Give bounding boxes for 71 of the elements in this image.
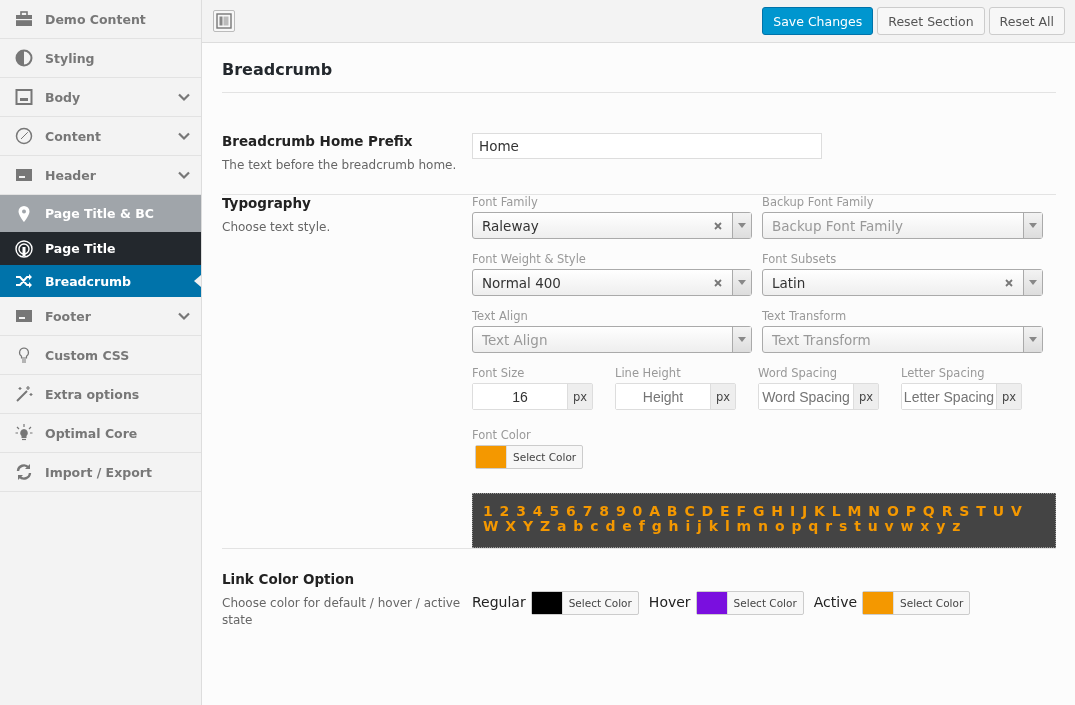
dropdown-arrow-icon xyxy=(738,280,746,285)
field-title: Breadcrumb Home Prefix xyxy=(222,133,414,149)
sidebar-item[interactable]: Content xyxy=(0,117,201,156)
lightbulb-icon xyxy=(14,423,34,443)
sidebar-item[interactable]: Extra options xyxy=(0,375,201,414)
color-picker-button[interactable]: Select Color xyxy=(475,445,584,469)
reset-button[interactable]: Reset All xyxy=(988,7,1065,35)
text-field[interactable]: Home xyxy=(472,133,822,159)
sidebar-item[interactable]: Body xyxy=(0,78,201,117)
field-description: Choose color for default / hover / active state xyxy=(222,595,462,629)
dropdown-arrow-icon xyxy=(1029,280,1037,285)
contrast-icon xyxy=(14,48,34,68)
color-picker-button[interactable]: Select Color xyxy=(862,591,971,615)
sidebar-item[interactable]: Page Title xyxy=(0,232,201,265)
color-label: Hover xyxy=(648,594,691,610)
field-label: Font Size xyxy=(472,366,526,380)
briefcase-icon xyxy=(14,9,34,29)
field-label: Font Color xyxy=(472,428,532,442)
select-field[interactable]: Raleway xyxy=(472,212,752,239)
number-field[interactable]: Letter Spacing px xyxy=(901,383,1022,410)
field-label: Text Align xyxy=(472,309,529,323)
field-label: Letter Spacing xyxy=(901,366,986,380)
field-label: Font Subsets xyxy=(762,252,838,266)
save-button[interactable]: Save Changes xyxy=(762,7,874,35)
layout-toggle-button[interactable] xyxy=(213,10,235,32)
sidebar-item[interactable]: Optimal Core xyxy=(0,414,201,453)
broadcast-icon xyxy=(14,238,34,259)
field-title: Typography xyxy=(222,195,312,211)
field-title: Link Color Option xyxy=(222,571,356,587)
select-field[interactable]: Text Align xyxy=(472,326,752,353)
magic-wand-icon xyxy=(14,384,34,404)
field-label: Backup Font Family xyxy=(762,195,875,209)
section-title: Breadcrumb xyxy=(222,43,1056,93)
sidebar-item[interactable]: Custom CSS xyxy=(0,336,201,375)
dropdown-arrow-icon xyxy=(1029,223,1037,228)
clear-icon xyxy=(714,221,722,230)
field-label: Text Transform xyxy=(762,309,848,323)
shuffle-icon xyxy=(14,271,34,291)
sidebar-item[interactable]: Import / Export xyxy=(0,453,201,492)
color-label: Regular xyxy=(472,594,526,610)
field-label: Font Family xyxy=(472,195,539,209)
color-label: Active xyxy=(813,594,858,610)
dropdown-arrow-icon xyxy=(738,337,746,342)
color-picker-button[interactable]: Select Color xyxy=(530,591,639,615)
field-description: Choose text style. xyxy=(222,219,332,236)
sidebar-item[interactable]: Demo Content xyxy=(0,0,201,39)
color-picker-button[interactable]: Select Color xyxy=(695,591,804,615)
field-label: Font Weight & Style xyxy=(472,252,587,266)
refresh-icon xyxy=(14,462,34,482)
sidebar-item[interactable]: Breadcrumb xyxy=(0,265,201,297)
number-field[interactable]: Word Spacing px xyxy=(758,383,879,410)
field-label: Line Height xyxy=(615,366,682,380)
clear-icon xyxy=(1005,278,1013,287)
dropdown-arrow-icon xyxy=(738,223,746,228)
sidebar-item[interactable]: Footer xyxy=(0,297,201,336)
preview-text: 1 2 3 4 5 6 7 8 9 0 A B C D E F G H I J K L M N O P Q R S T U V W X Y Z a b c d e f g h i j k l m n o p q r s t u v w x y z xyxy=(483,503,1023,534)
field-description: The text before the breadcrumb home. xyxy=(222,157,458,174)
clear-icon xyxy=(714,278,722,287)
number-field[interactable]: Height px xyxy=(615,383,736,410)
panel-icon xyxy=(216,13,232,29)
dropdown-arrow-icon xyxy=(1029,337,1037,342)
reset-button[interactable]: Reset Section xyxy=(877,7,985,35)
field-label: Word Spacing xyxy=(758,366,838,380)
select-field[interactable]: Backup Font Family xyxy=(762,212,1043,239)
select-field[interactable]: Text Transform xyxy=(762,326,1043,353)
sidebar-item[interactable]: Styling xyxy=(0,39,201,78)
layout-icon xyxy=(14,87,34,107)
select-field[interactable]: Normal 400 xyxy=(472,269,752,296)
compass-icon xyxy=(14,126,34,146)
select-field[interactable]: Latin xyxy=(762,269,1043,296)
number-field[interactable]: 16 px xyxy=(472,383,593,410)
